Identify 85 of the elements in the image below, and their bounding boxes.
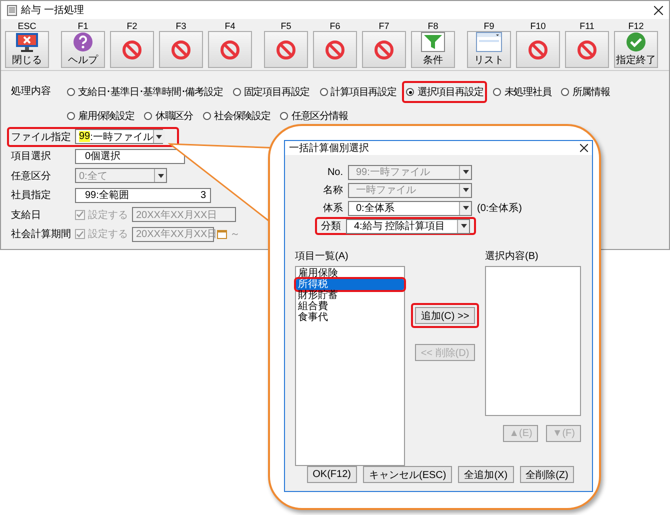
dialog-button[interactable]: 全削除(Z) (520, 466, 574, 483)
note-text: (0:全体系) (477, 202, 522, 215)
field-label: 体系 (322, 202, 343, 215)
monitor-close-icon (15, 32, 39, 52)
dialog-button[interactable]: キャンセル(ESC) (362, 466, 452, 483)
radio-option[interactable]: 固定項目再設定 (228, 81, 314, 103)
list-item[interactable]: 組合費 (296, 301, 404, 312)
check-icon (626, 32, 646, 52)
toolbar-button[interactable]: 指定終了 (614, 31, 658, 68)
filter-icon (421, 32, 445, 52)
function-key-label: F3 (176, 21, 186, 31)
toolbar-button[interactable]: 条件 (411, 31, 455, 68)
close-icon[interactable] (654, 6, 663, 14)
toolbar-button[interactable]: 閉じる (5, 31, 49, 68)
function-key-label: F10 (530, 21, 546, 31)
radio-option[interactable]: 計算項目再設定 (316, 81, 400, 103)
check-mark-icon (76, 230, 84, 238)
function-key-label: F8 (428, 21, 438, 31)
list-label: 選択内容(B) (485, 250, 540, 263)
text-field[interactable]: 0個選択 (75, 148, 185, 164)
dropdown-caret-icon (462, 170, 468, 174)
close-icon[interactable] (580, 144, 588, 152)
list-item[interactable]: 雇用保険 (296, 268, 404, 279)
date-range-text: ～ (230, 228, 240, 242)
function-key-label: F5 (280, 21, 292, 31)
list-item[interactable]: 財形貯蓄 (296, 290, 404, 301)
dropdown-field[interactable]: 99:一時ファイル (75, 129, 163, 144)
radio-option[interactable]: 支給日･基準日･基準時間･備考設定 (63, 81, 227, 103)
text-field[interactable]: 99:全範囲 3 (75, 188, 211, 203)
function-key-label: F2 (126, 21, 138, 31)
field-label: 支給日 (11, 208, 42, 222)
add-button[interactable]: 追加(C) >> (414, 307, 476, 324)
calendar-icon (217, 229, 227, 240)
radio-option[interactable]: 未処理社員 (489, 81, 556, 103)
dialog-button[interactable]: 全追加(X) (458, 466, 514, 483)
window-title: 給与 一括処理 (21, 4, 85, 17)
radio-option[interactable]: 休職区分 (140, 105, 198, 127)
function-key-label: F7 (378, 21, 390, 31)
field-label: 名称 (322, 184, 343, 197)
list-window-icon (476, 32, 502, 52)
dropdown-caret-icon (156, 134, 162, 139)
radio-option[interactable]: 任意区分情報 (276, 105, 352, 127)
check-mark-icon (76, 211, 84, 218)
prohibited-icon (220, 40, 240, 60)
prohibited-icon (325, 40, 345, 60)
radio-option[interactable]: 社会保険設定 (199, 105, 274, 127)
function-key-label: F9 (484, 21, 494, 31)
field-label: 分類 (320, 220, 341, 233)
dropdown-caret-icon (158, 174, 164, 178)
list-item[interactable]: 食事代 (296, 312, 404, 323)
toolbar-button[interactable]: ヘルプ (61, 31, 105, 68)
field-label: 社会計算期間 (11, 228, 72, 242)
field-label: 項目選択 (11, 150, 52, 164)
function-key-label: ESC (18, 21, 36, 31)
radio-option[interactable]: 選択項目再設定 (402, 81, 488, 103)
app-icon (7, 4, 17, 16)
radio-option[interactable]: 所属情報 (557, 81, 614, 103)
radio-option[interactable]: 雇用保険設定 (63, 105, 138, 127)
prohibited-icon (122, 40, 142, 60)
list-label: 項目一覧(A) (295, 250, 350, 263)
prohibited-icon (276, 40, 296, 60)
function-key-label: F12 (628, 21, 644, 31)
dropdown-caret-icon (462, 206, 468, 210)
dropdown-caret-icon (462, 188, 468, 192)
field-label: 社員指定 (11, 188, 52, 202)
list-item[interactable]: 所得税 (296, 279, 404, 290)
dialog-button[interactable]: OK(F12) (306, 466, 357, 483)
function-key-label: F6 (330, 21, 340, 31)
help-icon (73, 32, 93, 52)
field-label: 処理内容 (11, 84, 52, 99)
field-label: ファイル指定 (11, 130, 72, 144)
dropdown-field[interactable]: 4:給与 控除計算項目 (346, 218, 470, 234)
prohibited-icon (374, 40, 394, 60)
dialog-title: 一括計算個別選択 (289, 142, 370, 155)
prohibited-icon (577, 40, 597, 60)
dropdown-field[interactable]: 0:全体系 (348, 200, 472, 216)
field-label: No. (326, 166, 343, 178)
function-key-label: F4 (224, 21, 236, 31)
prohibited-icon (171, 40, 191, 60)
toolbar-button[interactable]: リスト (467, 31, 511, 68)
field-label: 任意区分 (11, 170, 52, 183)
prohibited-icon (528, 40, 548, 60)
function-key-label: F11 (580, 21, 594, 31)
function-key-label: F1 (78, 21, 88, 31)
dropdown-caret-icon (460, 224, 466, 228)
